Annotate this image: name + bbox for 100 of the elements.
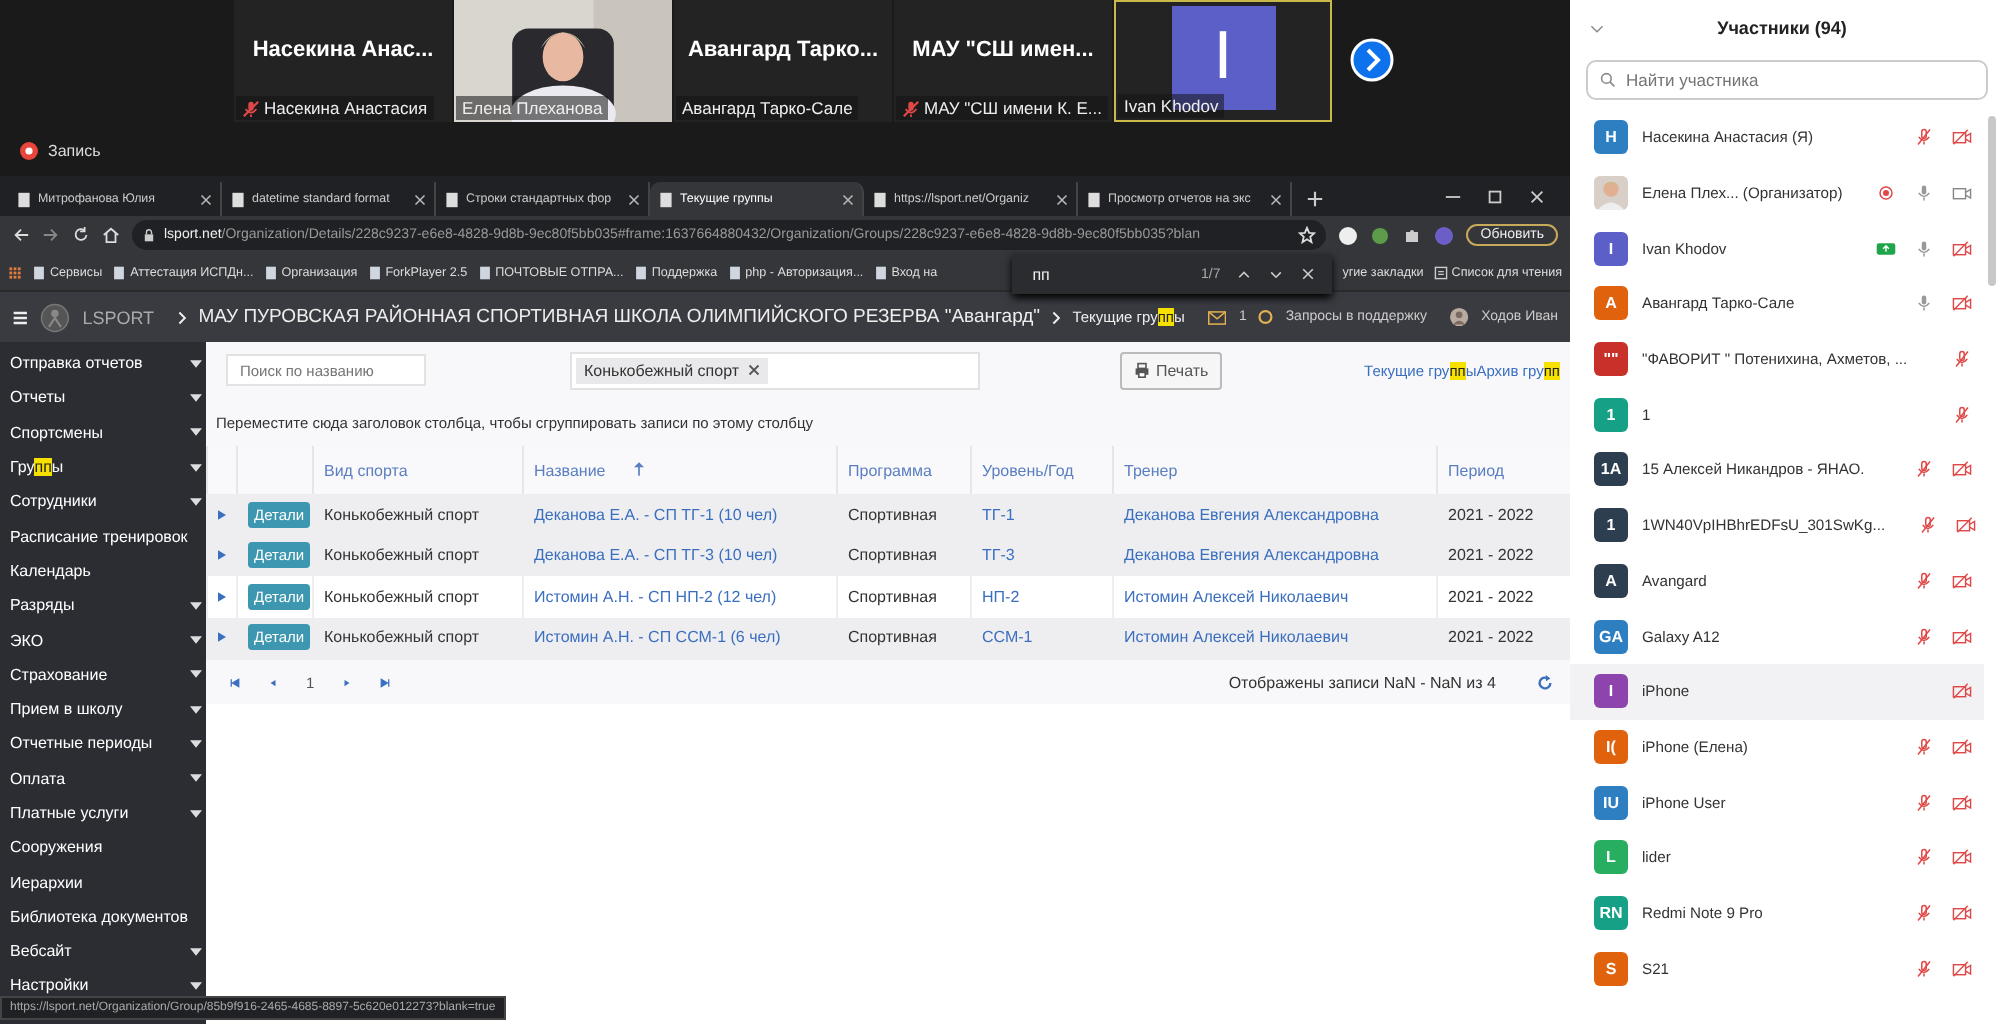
home-icon[interactable] [102, 226, 120, 244]
camera-off-icon[interactable] [1952, 959, 1972, 978]
print-button[interactable]: Печать [1120, 351, 1223, 389]
apps-icon[interactable] [8, 265, 22, 279]
group-link[interactable]: Истомин А.Н. - СП НП-2 (12 чел) [534, 587, 777, 606]
last-page-icon[interactable] [380, 677, 391, 687]
expand-icon[interactable] [218, 550, 226, 561]
avatar-icon[interactable] [1434, 225, 1455, 245]
camera-off-icon[interactable] [1952, 294, 1972, 313]
sidebar-item[interactable]: Отчеты [0, 380, 206, 416]
first-page-icon[interactable] [230, 677, 240, 687]
new-tab-icon[interactable] [1306, 190, 1324, 208]
mic-muted-icon[interactable] [1914, 627, 1934, 646]
close-icon[interactable] [1056, 193, 1068, 205]
close-icon[interactable] [414, 193, 426, 205]
sidebar-item[interactable]: Сооружения [0, 830, 206, 865]
mic-muted-icon[interactable] [1952, 405, 1972, 424]
next-match-icon[interactable] [1268, 266, 1285, 282]
maximize-icon[interactable] [1486, 188, 1504, 206]
remove-icon[interactable] [747, 364, 760, 376]
sidebar-item[interactable]: Разряды [0, 588, 206, 623]
column-header[interactable]: Тренер [1113, 446, 1437, 494]
previous-match-icon[interactable] [1236, 266, 1253, 282]
camera-off-icon[interactable] [1955, 516, 1976, 535]
sidebar-item[interactable]: Календарь [0, 553, 206, 589]
microphone-icon[interactable] [1914, 239, 1934, 258]
column-header[interactable]: Вид спорта [313, 446, 523, 494]
video-tile[interactable]: I Ivan Khodov [1114, 0, 1332, 122]
microphone-icon[interactable] [1914, 184, 1934, 203]
close-icon[interactable] [200, 193, 212, 205]
camera-off-icon[interactable] [1952, 627, 1972, 646]
user-avatar-icon[interactable] [1450, 306, 1470, 328]
close-icon[interactable] [1528, 188, 1546, 206]
microphone-icon[interactable] [1914, 294, 1934, 313]
camera-off-icon[interactable] [1952, 737, 1972, 756]
close-icon[interactable] [1300, 266, 1317, 282]
camera-icon[interactable] [1952, 184, 1972, 203]
level-link[interactable]: ТГ-1 [982, 505, 1015, 524]
mic-muted-icon[interactable] [1952, 350, 1972, 369]
expand-icon[interactable] [218, 509, 226, 520]
video-tile[interactable]: Елена Плеханова [454, 0, 672, 122]
sidebar-item[interactable]: Вебсайт [0, 934, 206, 969]
collapse-icon[interactable] [1590, 23, 1604, 33]
level-link[interactable]: ССМ-1 [982, 628, 1033, 647]
camera-off-icon[interactable] [1952, 460, 1972, 479]
video-tile[interactable]: Насекина Анас... Насекина Анастасия [234, 0, 452, 122]
sidebar-item[interactable]: ЭКО [0, 622, 206, 658]
sidebar-item[interactable]: Группы [0, 449, 206, 485]
mic-muted-icon[interactable] [1914, 460, 1934, 479]
forward-icon[interactable] [42, 226, 60, 244]
close-icon[interactable] [842, 193, 854, 205]
mic-muted-icon[interactable] [1914, 848, 1934, 867]
profile-icon[interactable] [1338, 225, 1359, 245]
level-link[interactable]: НП-2 [982, 587, 1020, 606]
sidebar-item[interactable]: Платные услуги [0, 795, 206, 831]
support-icon[interactable] [1258, 308, 1274, 326]
sidebar-item[interactable]: Отчетные периоды [0, 726, 206, 762]
sidebar-item[interactable]: Иерархии [0, 864, 206, 900]
mic-muted-icon[interactable] [1917, 516, 1938, 535]
filter-field[interactable]: Конькобежный спорт [570, 351, 980, 389]
mic-muted-icon[interactable] [1914, 128, 1934, 147]
star-icon[interactable] [1298, 226, 1317, 244]
reload-icon[interactable] [72, 226, 90, 244]
refresh-icon[interactable] [1536, 673, 1554, 691]
mic-muted-icon[interactable] [1914, 793, 1934, 812]
camera-off-icon[interactable] [1952, 239, 1972, 258]
extension-icon[interactable] [1370, 225, 1391, 245]
next-page-icon[interactable] [1350, 38, 1394, 82]
mic-muted-icon[interactable] [1914, 571, 1934, 590]
column-header[interactable]: Уровень/Год [971, 446, 1113, 494]
coach-link[interactable]: Истомин Алексей Николаевич [1124, 587, 1349, 606]
menu-icon[interactable] [12, 307, 29, 327]
video-tile[interactable]: Авангард Тарко... Авангард Тарко-Сале [674, 0, 892, 122]
close-icon[interactable] [1270, 193, 1282, 205]
camera-off-icon[interactable] [1952, 128, 1972, 147]
find-field[interactable]: пп [1028, 263, 1185, 285]
camera-off-icon[interactable] [1952, 793, 1972, 812]
sidebar-item[interactable]: Спортсмены [0, 415, 206, 450]
sidebar-item[interactable]: Оплата [0, 761, 206, 796]
camera-off-icon[interactable] [1952, 848, 1972, 867]
mic-muted-icon[interactable] [1914, 903, 1934, 922]
sidebar-item[interactable]: Страхование [0, 657, 206, 692]
filter-chip[interactable]: Конькобежный спорт [576, 357, 768, 383]
column-header[interactable]: Период [1437, 446, 1570, 494]
column-header[interactable]: Программа [837, 446, 971, 494]
sidebar-item[interactable]: Расписание тренировок [0, 518, 206, 554]
previous-page-icon[interactable] [268, 677, 278, 687]
close-icon[interactable] [628, 193, 640, 205]
expand-icon[interactable] [218, 632, 226, 643]
mic-muted-icon[interactable] [1914, 959, 1934, 978]
mic-muted-icon[interactable] [1914, 737, 1934, 756]
sidebar-item[interactable]: Прием в школу [0, 691, 206, 727]
sidebar-item[interactable]: Библиотека документов [0, 899, 206, 935]
camera-off-icon[interactable] [1952, 682, 1972, 701]
sidebar-item[interactable]: Сотрудники [0, 484, 206, 519]
sidebar-item[interactable]: Отправка отчетов [0, 346, 206, 381]
column-header[interactable]: Название [523, 446, 837, 494]
camera-off-icon[interactable] [1952, 903, 1972, 922]
back-icon[interactable] [12, 226, 30, 244]
video-tile[interactable]: МАУ "СШ имен... МАУ "СШ имени К. Е... [894, 0, 1112, 122]
